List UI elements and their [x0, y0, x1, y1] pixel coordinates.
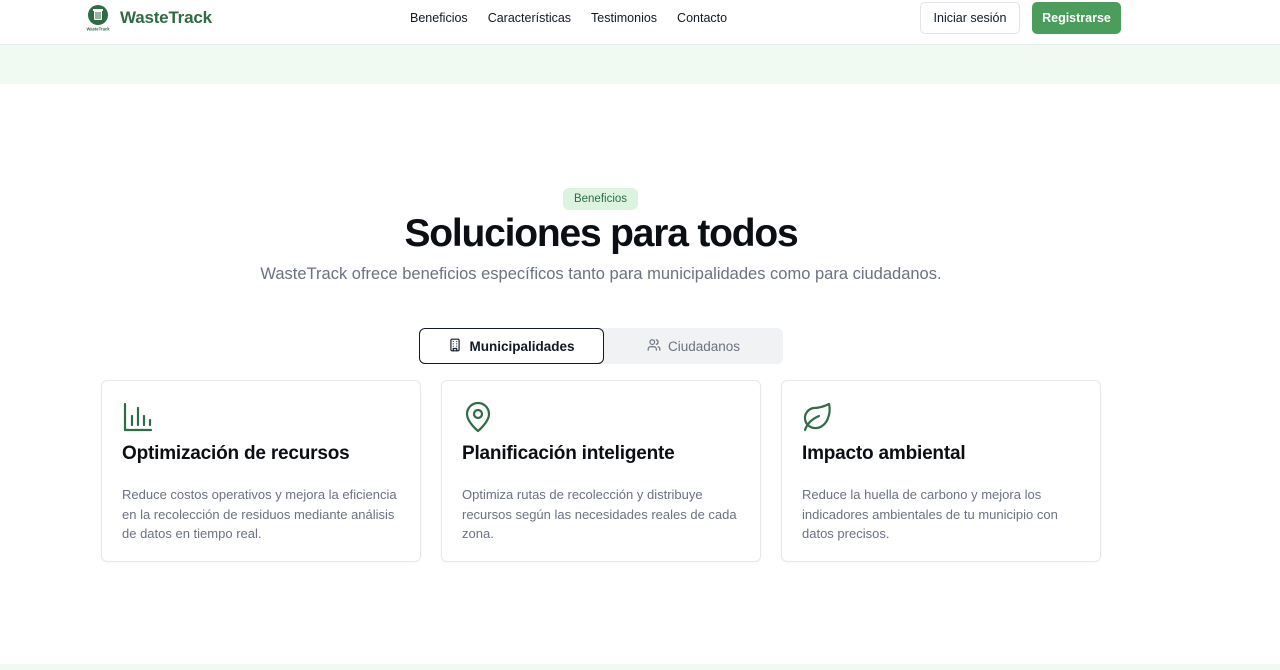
nav-link-caracteristicas[interactable]: Características: [488, 11, 571, 25]
building-icon: [448, 338, 462, 355]
nav-link-contacto[interactable]: Contacto: [677, 11, 727, 25]
map-pin-icon: [462, 401, 494, 433]
tab-label: Municipalidades: [469, 338, 575, 354]
nav-link-testimonios[interactable]: Testimonios: [591, 11, 657, 25]
card-title: Planificación inteligente: [462, 443, 675, 464]
card-title: Impacto ambiental: [802, 443, 966, 464]
section-badge: Beneficios: [563, 188, 638, 210]
card-title: Optimización de recursos: [122, 443, 350, 464]
header-accent-strip: [0, 45, 1280, 84]
tab-label: Ciudadanos: [667, 338, 741, 354]
benefit-card-impacto: Impacto ambiental Reduce la huella de ca…: [781, 380, 1101, 562]
card-description: Reduce costos operativos y mejora la efi…: [122, 487, 397, 541]
footer-accent-strip: [0, 664, 1280, 670]
trash-bin-logo-icon: WasteTrack: [84, 4, 112, 32]
section-title: Soluciones para todos: [404, 212, 798, 255]
audience-tabs: Municipalidades Ciudadanos: [419, 328, 783, 364]
leaf-icon: [802, 401, 834, 433]
nav-link-beneficios[interactable]: Beneficios: [410, 11, 468, 25]
users-icon: [647, 338, 661, 355]
bar-chart-icon: [122, 401, 154, 433]
section-subtitle: WasteTrack ofrece beneficios específicos…: [260, 265, 942, 283]
brand-name: WasteTrack: [120, 8, 212, 27]
register-button[interactable]: Registrarse: [1032, 2, 1121, 34]
tab-ciudadanos[interactable]: Ciudadanos: [604, 328, 783, 364]
benefit-card-planificacion: Planificación inteligente Optimiza rutas…: [441, 380, 761, 562]
card-description: Optimiza rutas de recolección y distribu…: [462, 487, 737, 541]
top-navbar: WasteTrack WasteTrack Beneficios Caracte…: [0, 0, 1280, 45]
main-nav: Beneficios Características Testimonios C…: [410, 11, 727, 25]
tab-municipalidades[interactable]: Municipalidades: [419, 328, 604, 364]
login-button[interactable]: Iniciar sesión: [920, 2, 1020, 34]
benefit-card-optimizacion: Optimización de recursos Reduce costos o…: [101, 380, 421, 562]
brand-logo[interactable]: WasteTrack WasteTrack: [84, 4, 212, 32]
card-description: Reduce la huella de carbono y mejora los…: [802, 487, 1058, 541]
logo-small-text: WasteTrack: [86, 27, 110, 32]
